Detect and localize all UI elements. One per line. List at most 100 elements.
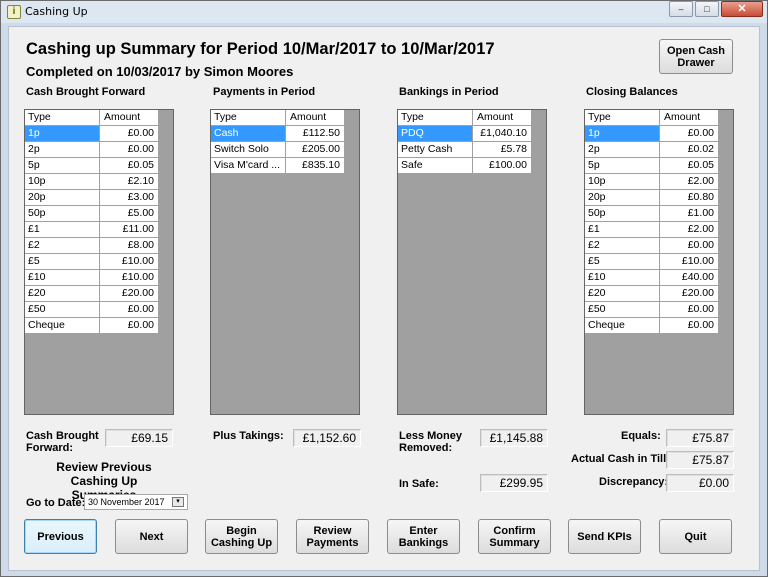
amount-cell[interactable]: £205.00 (286, 142, 345, 158)
table-row[interactable]: £5 £10.00 (25, 254, 173, 270)
maximize-button[interactable]: □ (695, 1, 719, 17)
table-row[interactable]: £5 £10.00 (585, 254, 733, 270)
amount-cell[interactable]: £112.50 (286, 126, 345, 142)
type-cell[interactable]: £1 (25, 222, 100, 238)
amount-cell[interactable]: £1,040.10 (473, 126, 532, 142)
amount-cell[interactable]: £0.05 (100, 158, 159, 174)
type-column-header[interactable]: Type (398, 110, 473, 126)
amount-cell[interactable]: £20.00 (100, 286, 159, 302)
table-row[interactable]: £50 £0.00 (25, 302, 173, 318)
type-cell[interactable]: 10p (585, 174, 660, 190)
amount-column-header[interactable]: Amount (286, 110, 345, 126)
type-cell[interactable]: 10p (25, 174, 100, 190)
type-cell[interactable]: 5p (585, 158, 660, 174)
amount-cell[interactable]: £0.00 (100, 302, 159, 318)
begin-cashing-up-button[interactable]: Begin Cashing Up (205, 519, 278, 554)
amount-cell[interactable]: £0.00 (100, 318, 159, 334)
table-row[interactable]: PDQ £1,040.10 (398, 126, 546, 142)
amount-cell[interactable]: £11.00 (100, 222, 159, 238)
close-button[interactable]: ✕ (721, 1, 763, 17)
table-row[interactable]: 50p £1.00 (585, 206, 733, 222)
type-cell[interactable]: £5 (25, 254, 100, 270)
table-row[interactable]: Cheque £0.00 (585, 318, 733, 334)
type-cell[interactable]: 20p (585, 190, 660, 206)
amount-cell[interactable]: £2.00 (660, 222, 719, 238)
payments-in-period-grid[interactable]: Type Amount Cash £112.50 Switch Solo £205.00 V… (210, 109, 360, 415)
table-row[interactable]: 2p £0.02 (585, 142, 733, 158)
type-cell[interactable]: £2 (25, 238, 100, 254)
table-row[interactable]: 10p £2.00 (585, 174, 733, 190)
type-cell[interactable]: Switch Solo (211, 142, 286, 158)
table-row[interactable]: 20p £3.00 (25, 190, 173, 206)
amount-column-header[interactable]: Amount (473, 110, 532, 126)
amount-cell[interactable]: £40.00 (660, 270, 719, 286)
table-row[interactable]: £1 £2.00 (585, 222, 733, 238)
amount-cell[interactable]: £5.00 (100, 206, 159, 222)
table-row[interactable]: 20p £0.80 (585, 190, 733, 206)
calendar-dropdown-icon[interactable]: ▾ (172, 497, 184, 507)
table-row[interactable]: £10 £40.00 (585, 270, 733, 286)
amount-column-header[interactable]: Amount (660, 110, 719, 126)
amount-cell[interactable]: £0.00 (100, 142, 159, 158)
amount-cell[interactable]: £0.00 (660, 302, 719, 318)
send-kpis-button[interactable]: Send KPIs (568, 519, 641, 554)
type-cell[interactable]: PDQ (398, 126, 473, 142)
amount-cell[interactable]: £10.00 (660, 254, 719, 270)
bankings-in-period-grid[interactable]: Type Amount PDQ £1,040.10 Petty Cash £5.78 Saf… (397, 109, 547, 415)
amount-cell[interactable]: £1.00 (660, 206, 719, 222)
amount-cell[interactable]: £8.00 (100, 238, 159, 254)
enter-bankings-button[interactable]: Enter Bankings (387, 519, 460, 554)
quit-button[interactable]: Quit (659, 519, 732, 554)
amount-cell[interactable]: £0.02 (660, 142, 719, 158)
amount-cell[interactable]: £20.00 (660, 286, 719, 302)
type-cell[interactable]: Safe (398, 158, 473, 174)
amount-cell[interactable]: £100.00 (473, 158, 532, 174)
table-row[interactable]: £2 £8.00 (25, 238, 173, 254)
type-cell[interactable]: £2 (585, 238, 660, 254)
amount-cell[interactable]: £2.00 (660, 174, 719, 190)
date-picker[interactable]: 30 November 2017 ▾ (84, 494, 188, 510)
amount-column-header[interactable]: Amount (100, 110, 159, 126)
open-cash-drawer-button[interactable]: Open Cash Drawer (659, 39, 733, 74)
type-cell[interactable]: Petty Cash (398, 142, 473, 158)
type-cell[interactable]: £1 (585, 222, 660, 238)
table-row[interactable]: 2p £0.00 (25, 142, 173, 158)
type-cell[interactable]: £50 (585, 302, 660, 318)
amount-cell[interactable]: £2.10 (100, 174, 159, 190)
closing-balances-grid[interactable]: Type Amount 1p £0.00 2p £0.02 5p £0.05 10p £2.00 2… (584, 109, 734, 415)
amount-cell[interactable]: £0.00 (660, 126, 719, 142)
type-cell[interactable]: Cheque (25, 318, 100, 334)
table-row[interactable]: £50 £0.00 (585, 302, 733, 318)
table-row[interactable]: £2 £0.00 (585, 238, 733, 254)
type-cell[interactable]: 5p (25, 158, 100, 174)
amount-cell[interactable]: £10.00 (100, 254, 159, 270)
type-cell[interactable]: Visa M'card ... (211, 158, 286, 174)
amount-cell[interactable]: £5.78 (473, 142, 532, 158)
type-cell[interactable]: £20 (25, 286, 100, 302)
type-cell[interactable]: £10 (585, 270, 660, 286)
minimize-button[interactable]: – (669, 1, 693, 17)
type-cell[interactable]: 1p (585, 126, 660, 142)
cash-brought-forward-grid[interactable]: Type Amount 1p £0.00 2p £0.00 5p £0.05 10p £2.10 2… (24, 109, 174, 415)
type-cell[interactable]: 2p (585, 142, 660, 158)
type-cell[interactable]: Cash (211, 126, 286, 142)
amount-cell[interactable]: £0.00 (660, 318, 719, 334)
type-cell[interactable]: 1p (25, 126, 100, 142)
type-column-header[interactable]: Type (211, 110, 286, 126)
table-row[interactable]: Petty Cash £5.78 (398, 142, 546, 158)
table-row[interactable]: Cash £112.50 (211, 126, 359, 142)
previous-button[interactable]: Previous (24, 519, 97, 554)
confirm-summary-button[interactable]: Confirm Summary (478, 519, 551, 554)
type-cell[interactable]: 50p (25, 206, 100, 222)
type-column-header[interactable]: Type (25, 110, 100, 126)
type-cell[interactable]: £20 (585, 286, 660, 302)
amount-cell[interactable]: £3.00 (100, 190, 159, 206)
table-row[interactable]: Cheque £0.00 (25, 318, 173, 334)
table-row[interactable]: £1 £11.00 (25, 222, 173, 238)
table-row[interactable]: £10 £10.00 (25, 270, 173, 286)
table-row[interactable]: £20 £20.00 (25, 286, 173, 302)
amount-cell[interactable]: £0.05 (660, 158, 719, 174)
type-cell[interactable]: 50p (585, 206, 660, 222)
type-cell[interactable]: £10 (25, 270, 100, 286)
table-row[interactable]: 10p £2.10 (25, 174, 173, 190)
